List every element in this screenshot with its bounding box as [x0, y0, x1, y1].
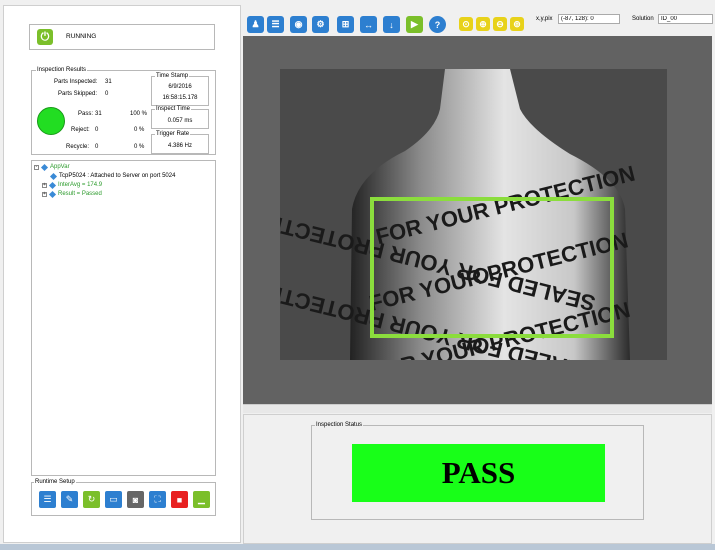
variable-icon [40, 163, 49, 171]
inspection-status-title: Inspection Status [315, 422, 364, 428]
timestamp-title: Time Stamp [155, 73, 190, 79]
coord-label: x,y,pix [536, 16, 553, 22]
pass-status-indicator [37, 107, 65, 135]
minimize-icon[interactable]: ▁ [193, 491, 210, 508]
reject-label: Reject: [71, 127, 90, 133]
power-icon[interactable]: ⏻ [37, 29, 53, 45]
reject-percent: 0 % [134, 127, 145, 133]
trigger-rate-title: Trigger Rate [155, 131, 191, 137]
collapse-icon[interactable]: - [34, 164, 39, 170]
zoom-fit-icon[interactable]: ⊙ [459, 17, 473, 31]
pass-indicator: PASS [352, 444, 605, 502]
tree-item-label: Result = Passed [58, 191, 102, 197]
eye-icon[interactable]: ◉ [290, 16, 307, 33]
tree-item[interactable]: + InterAvg = 174.9 [42, 181, 103, 189]
image-scrollbar[interactable] [243, 404, 712, 413]
solution-label: Solution [632, 16, 654, 22]
variable-icon [49, 172, 58, 180]
tree-item[interactable]: + Result = Passed [42, 190, 102, 198]
expand-icon[interactable]: + [42, 191, 47, 197]
timestamp-date: 6/9/2016 [168, 84, 192, 90]
inspect-time-value: 0.057 ms [167, 118, 193, 124]
inspection-roi[interactable] [370, 197, 614, 338]
camera-icon[interactable]: ◙ [127, 491, 144, 508]
tree-root-label: AppVar [50, 164, 70, 170]
inspection-results-group: Inspection Results Parts Inspected: 31 P… [31, 67, 216, 155]
refresh-icon[interactable]: ↻ [83, 491, 100, 508]
recycle-label: Recycle: [66, 144, 90, 150]
tree-item[interactable]: TcpP5024 : Attached to Server on port 50… [49, 172, 176, 180]
play-icon[interactable]: ▶ [406, 16, 423, 33]
zoom-reset-icon[interactable]: ⊚ [510, 17, 524, 31]
list-icon[interactable]: ☰ [39, 491, 56, 508]
timestamp-group: Time Stamp 6/9/2016 16:58:15.178 [151, 73, 209, 106]
pass-count: 31 [95, 111, 102, 117]
recycle-percent: 0 % [134, 144, 145, 150]
tree-item-label: TcpP5024 : Attached to Server on port 50… [59, 173, 176, 179]
parts-inspected-value: 31 [105, 79, 112, 85]
run-status-label: RUNNING [66, 33, 97, 40]
edit-icon[interactable]: ✎ [61, 491, 78, 508]
run-status-box: ⏻ RUNNING [29, 24, 215, 50]
zoom-in-icon[interactable]: ⊕ [476, 17, 490, 31]
runtime-setup-title: Runtime Setup [34, 479, 76, 485]
user-icon[interactable]: ♟ [247, 16, 264, 33]
network-icon[interactable]: ⊞ [337, 16, 354, 33]
parts-inspected-label: Parts Inspected: [54, 79, 98, 85]
expand-icon[interactable]: + [42, 182, 47, 188]
tree-item-label: InterAvg = 174.9 [58, 182, 103, 188]
inspect-time-group: Inspect Time 0.057 ms [151, 106, 209, 129]
trigger-rate-group: Trigger Rate 4.386 Hz [151, 131, 209, 154]
recycle-count: 0 [95, 144, 99, 150]
variable-icon [48, 190, 57, 198]
monitor-icon[interactable]: ▭ [105, 491, 122, 508]
list-icon[interactable]: ☰ [267, 16, 284, 33]
gear-icon[interactable]: ⚙ [312, 16, 329, 33]
download-icon[interactable]: ↓ [383, 16, 400, 33]
zoom-out-icon[interactable]: ⊖ [493, 17, 507, 31]
pass-label: Pass: [78, 111, 94, 117]
variable-tree[interactable]: - AppVar TcpP5024 : Attached to Server o… [31, 160, 216, 476]
reject-count: 0 [95, 127, 99, 133]
taskbar [0, 544, 715, 550]
timestamp-time: 16:58:15.178 [162, 95, 198, 101]
help-icon[interactable]: ? [429, 16, 446, 33]
toolbar: ♟ ☰ ◉ ⚙ ⊞ ↔ ↓ ▶ ? ⊙ ⊕ ⊖ ⊚ x,y,pix Soluti… [243, 5, 715, 35]
coord-readout [558, 14, 620, 24]
stop-icon[interactable]: ■ [171, 491, 188, 508]
variable-icon [48, 181, 57, 189]
runtime-setup-group: Runtime Setup ☰ ✎ ↻ ▭ ◙ ⛶ ■ ▁ [31, 479, 216, 516]
parts-skipped-label: Parts Skipped: [58, 91, 98, 97]
inspect-time-title: Inspect Time [155, 106, 192, 112]
frame-icon[interactable]: ⛶ [149, 491, 166, 508]
parts-skipped-value: 0 [105, 91, 109, 97]
solution-field[interactable] [658, 14, 713, 24]
trigger-rate-value: 4.386 Hz [167, 143, 192, 149]
swap-icon[interactable]: ↔ [360, 16, 377, 33]
camera-image: FOR YOUR PROTECTION SEALED FOR YOUR PROT… [280, 69, 667, 360]
inspection-results-title: Inspection Results [36, 67, 88, 73]
pass-percent: 100 % [130, 111, 148, 117]
tree-root[interactable]: - AppVar [34, 163, 70, 171]
